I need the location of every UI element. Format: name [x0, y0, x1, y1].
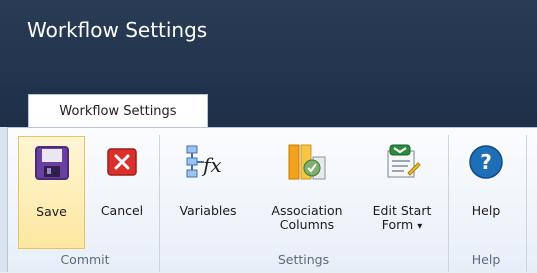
edit-start-label-line1: Edit Start	[372, 203, 432, 218]
help-button[interactable]: ? Help	[455, 136, 517, 249]
variables-label: Variables	[179, 203, 237, 218]
variables-icon: fx	[186, 142, 230, 182]
svg-text:fx: fx	[201, 153, 222, 177]
save-icon	[30, 143, 74, 183]
edit-start-form-button[interactable]: Edit Start Form ▾	[363, 136, 441, 249]
association-columns-icon	[285, 142, 329, 182]
dropdown-arrow-icon[interactable]: ▾	[417, 221, 422, 232]
cancel-label: Cancel	[100, 203, 144, 218]
help-glyph: ?	[480, 150, 492, 174]
edit-start-label-line2: Form	[381, 217, 414, 232]
association-columns-label: Association Columns	[271, 204, 342, 232]
variables-button[interactable]: fx Variables	[166, 136, 250, 249]
cancel-icon	[100, 142, 144, 182]
group-label-commit: Commit	[60, 252, 110, 267]
edit-start-form-label: Edit Start Form ▾	[373, 204, 432, 234]
group-label-help: Help	[471, 252, 501, 267]
help-icon: ?	[464, 142, 508, 182]
separator	[526, 135, 527, 272]
help-label: Help	[471, 203, 501, 218]
separator	[448, 135, 449, 272]
window-title: Workflow Settings	[27, 18, 208, 42]
cancel-button[interactable]: Cancel	[92, 136, 152, 249]
association-label-line1: Association	[271, 203, 343, 218]
edit-start-form-icon	[380, 142, 424, 182]
separator	[159, 135, 160, 272]
tab-workflow-settings[interactable]: Workflow Settings	[28, 94, 208, 127]
save-button[interactable]: Save	[18, 136, 85, 249]
ribbon-left-edge	[0, 127, 8, 272]
association-label-line2: Columns	[279, 217, 335, 232]
group-label-settings: Settings	[277, 252, 330, 267]
save-label: Save	[36, 204, 67, 219]
association-columns-button[interactable]: Association Columns	[257, 136, 357, 249]
